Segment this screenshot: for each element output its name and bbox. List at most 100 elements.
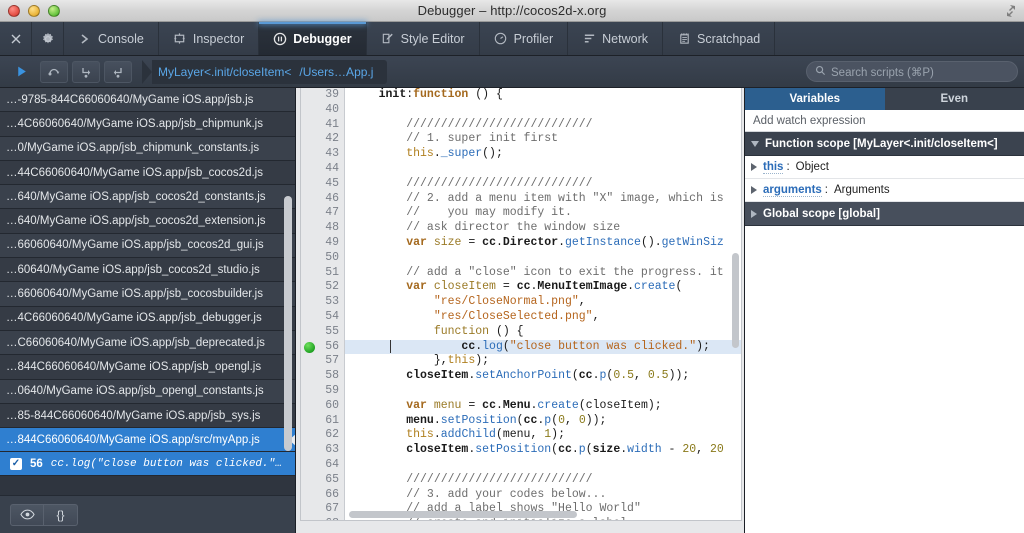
source-file-item[interactable]: …844C66060640/MyGame iOS.app/jsb_opengl.… xyxy=(0,355,295,380)
line-number[interactable]: 54 xyxy=(301,310,344,325)
line-number[interactable]: 47 xyxy=(301,206,344,221)
source-file-item[interactable]: …640/MyGame iOS.app/jsb_cocos2d_extensio… xyxy=(0,209,295,234)
step-over-button[interactable] xyxy=(40,60,68,83)
line-number[interactable]: 61 xyxy=(301,414,344,429)
chevron-right-icon[interactable] xyxy=(751,186,757,194)
source-file-item[interactable]: …4C66060640/MyGame iOS.app/jsb_debugger.… xyxy=(0,306,295,331)
line-number[interactable]: 57 xyxy=(301,354,344,369)
code-line[interactable]: cc.log("close button was clicked."); xyxy=(345,339,741,355)
code-line[interactable]: /////////////////////////// xyxy=(345,473,741,488)
variable-row[interactable]: this: Object xyxy=(745,156,1024,179)
line-number[interactable]: 52 xyxy=(301,280,344,295)
line-number[interactable]: 58 xyxy=(301,369,344,384)
variable-row[interactable]: arguments: Arguments xyxy=(745,179,1024,202)
code-line[interactable] xyxy=(345,103,741,118)
source-file-item[interactable]: …66060640/MyGame iOS.app/jsb_cocosbuilde… xyxy=(0,282,295,307)
source-file-item[interactable]: …44C66060640/MyGame iOS.app/jsb_cocos2d.… xyxy=(0,160,295,186)
code-line[interactable] xyxy=(345,251,741,266)
code-line[interactable]: },this); xyxy=(345,354,741,369)
resume-button[interactable] xyxy=(6,61,36,83)
code-line[interactable]: "res/CloseNormal.png", xyxy=(345,295,741,310)
code-line[interactable]: // 2. add a menu item with "X" image, wh… xyxy=(345,192,741,207)
code-line[interactable]: // 3. add your codes below... xyxy=(345,488,741,503)
code-line[interactable] xyxy=(345,458,741,473)
tab-profiler[interactable]: Profiler xyxy=(480,22,569,55)
source-file-item[interactable]: …C66060640/MyGame iOS.app/jsb_deprecated… xyxy=(0,330,295,356)
line-number[interactable]: 42 xyxy=(301,132,344,147)
line-number[interactable]: 46 xyxy=(301,192,344,207)
line-number[interactable]: 64 xyxy=(301,458,344,473)
eye-icon[interactable] xyxy=(10,503,44,526)
line-number[interactable]: 56 xyxy=(301,340,344,355)
chevron-right-icon[interactable] xyxy=(751,209,757,218)
code-line[interactable]: // ask director the window size xyxy=(345,221,741,236)
code-line[interactable]: // add a "close" icon to exit the progre… xyxy=(345,266,741,281)
line-number[interactable]: 59 xyxy=(301,384,344,399)
line-number[interactable]: 49 xyxy=(301,236,344,251)
search-scripts-input[interactable]: Search scripts (⌘P) xyxy=(806,61,1018,82)
code-line[interactable] xyxy=(345,162,741,177)
step-out-button[interactable] xyxy=(104,60,132,83)
source-file-item[interactable]: …60640/MyGame iOS.app/jsb_cocos2d_studio… xyxy=(0,258,295,283)
source-file-item[interactable]: …85-844C66060640/MyGame iOS.app/jsb_sys.… xyxy=(0,403,295,429)
variables-scope-row[interactable]: Function scope [MyLayer<.init/closeItem<… xyxy=(745,132,1024,156)
tab-inspector[interactable]: Inspector xyxy=(159,22,260,55)
code-line[interactable]: /////////////////////////// xyxy=(345,118,741,133)
sources-scrollbar[interactable] xyxy=(284,196,292,451)
chevron-down-icon[interactable] xyxy=(751,140,759,147)
code-line[interactable]: closeItem.setPosition(cc.p(size.width - … xyxy=(345,443,741,458)
line-number[interactable]: 63 xyxy=(301,443,344,458)
breakpoint-list-item[interactable]: ✓ 56 cc.log("close button was clicked."… xyxy=(0,452,295,477)
tab-network[interactable]: Network xyxy=(568,22,663,55)
line-number[interactable]: 66 xyxy=(301,488,344,503)
code-line[interactable]: this.addChild(menu, 1); xyxy=(345,428,741,443)
code-line[interactable]: closeItem.setAnchorPoint(cc.p(0.5, 0.5))… xyxy=(345,369,741,384)
tab-variables[interactable]: Variables xyxy=(745,88,885,110)
line-number[interactable]: 45 xyxy=(301,177,344,192)
code-line[interactable]: menu.setPosition(cc.p(0, 0)); xyxy=(345,414,741,429)
line-number[interactable]: 62 xyxy=(301,428,344,443)
line-number[interactable]: 44 xyxy=(301,162,344,177)
code-line[interactable]: var closeItem = cc.MenuItemImage.create( xyxy=(345,280,741,295)
code-line[interactable]: /////////////////////////// xyxy=(345,177,741,192)
close-toolbox-button[interactable] xyxy=(0,22,32,55)
tab-debugger[interactable]: Debugger xyxy=(259,22,367,55)
line-number[interactable]: 68 xyxy=(301,517,344,520)
tab-events[interactable]: Even xyxy=(885,88,1024,110)
chevron-right-icon[interactable] xyxy=(751,163,757,171)
source-file-item[interactable]: …0640/MyGame iOS.app/jsb_opengl_constant… xyxy=(0,379,295,404)
code-line[interactable]: this._super(); xyxy=(345,147,741,162)
braces-icon[interactable]: {} xyxy=(44,503,78,526)
tab-console[interactable]: Console xyxy=(64,22,159,55)
code-line[interactable]: // you may modify it. xyxy=(345,206,741,221)
add-watch-expression-input[interactable]: Add watch expression xyxy=(745,110,1024,132)
code-line[interactable]: // 1. super init first xyxy=(345,132,741,147)
source-file-item[interactable]: …0/MyGame iOS.app/jsb_chipmunk_constants… xyxy=(0,136,295,161)
source-file-item[interactable]: …-9785-844C66060640/MyGame iOS.app/jsb.j… xyxy=(0,88,295,113)
line-number[interactable]: 41 xyxy=(301,118,344,133)
line-number[interactable]: 65 xyxy=(301,473,344,488)
toolbox-options-button[interactable] xyxy=(32,22,64,55)
source-file-item[interactable]: …640/MyGame iOS.app/jsb_cocos2d_constant… xyxy=(0,185,295,210)
line-number[interactable]: 50 xyxy=(301,251,344,266)
source-file-item[interactable]: …66060640/MyGame iOS.app/jsb_cocos2d_gui… xyxy=(0,233,295,259)
line-number[interactable]: 53 xyxy=(301,295,344,310)
code-line[interactable]: init:function () { xyxy=(345,88,741,103)
editor-vertical-scrollbar[interactable] xyxy=(732,253,739,348)
breakpoint-checkbox[interactable]: ✓ xyxy=(10,457,22,470)
code-area[interactable]: init:function () { /////////////////////… xyxy=(345,88,741,520)
line-number[interactable]: 48 xyxy=(301,221,344,236)
variables-scope-row[interactable]: Global scope [global] xyxy=(745,202,1024,226)
code-line[interactable] xyxy=(345,384,741,399)
code-line[interactable]: var size = cc.Director.getInstance().get… xyxy=(345,236,741,251)
source-file-item[interactable]: …4C66060640/MyGame iOS.app/jsb_chipmunk.… xyxy=(0,112,295,137)
editor-horizontal-scrollbar[interactable] xyxy=(349,511,577,518)
code-line[interactable]: function () { xyxy=(345,325,741,340)
line-number-gutter[interactable]: 39 40 41 42 43 44 45 46 47 48 49 50 51 52 53 54 55 56 57 58… xyxy=(301,88,345,520)
sources-list[interactable]: …-9785-844C66060640/MyGame iOS.app/jsb.j… xyxy=(0,88,295,495)
line-number[interactable]: 55 xyxy=(301,325,344,340)
line-number[interactable]: 40 xyxy=(301,103,344,118)
line-number[interactable]: 43 xyxy=(301,147,344,162)
code-line[interactable]: "res/CloseSelected.png", xyxy=(345,310,741,325)
code-line[interactable]: var menu = cc.Menu.create(closeItem); xyxy=(345,399,741,414)
